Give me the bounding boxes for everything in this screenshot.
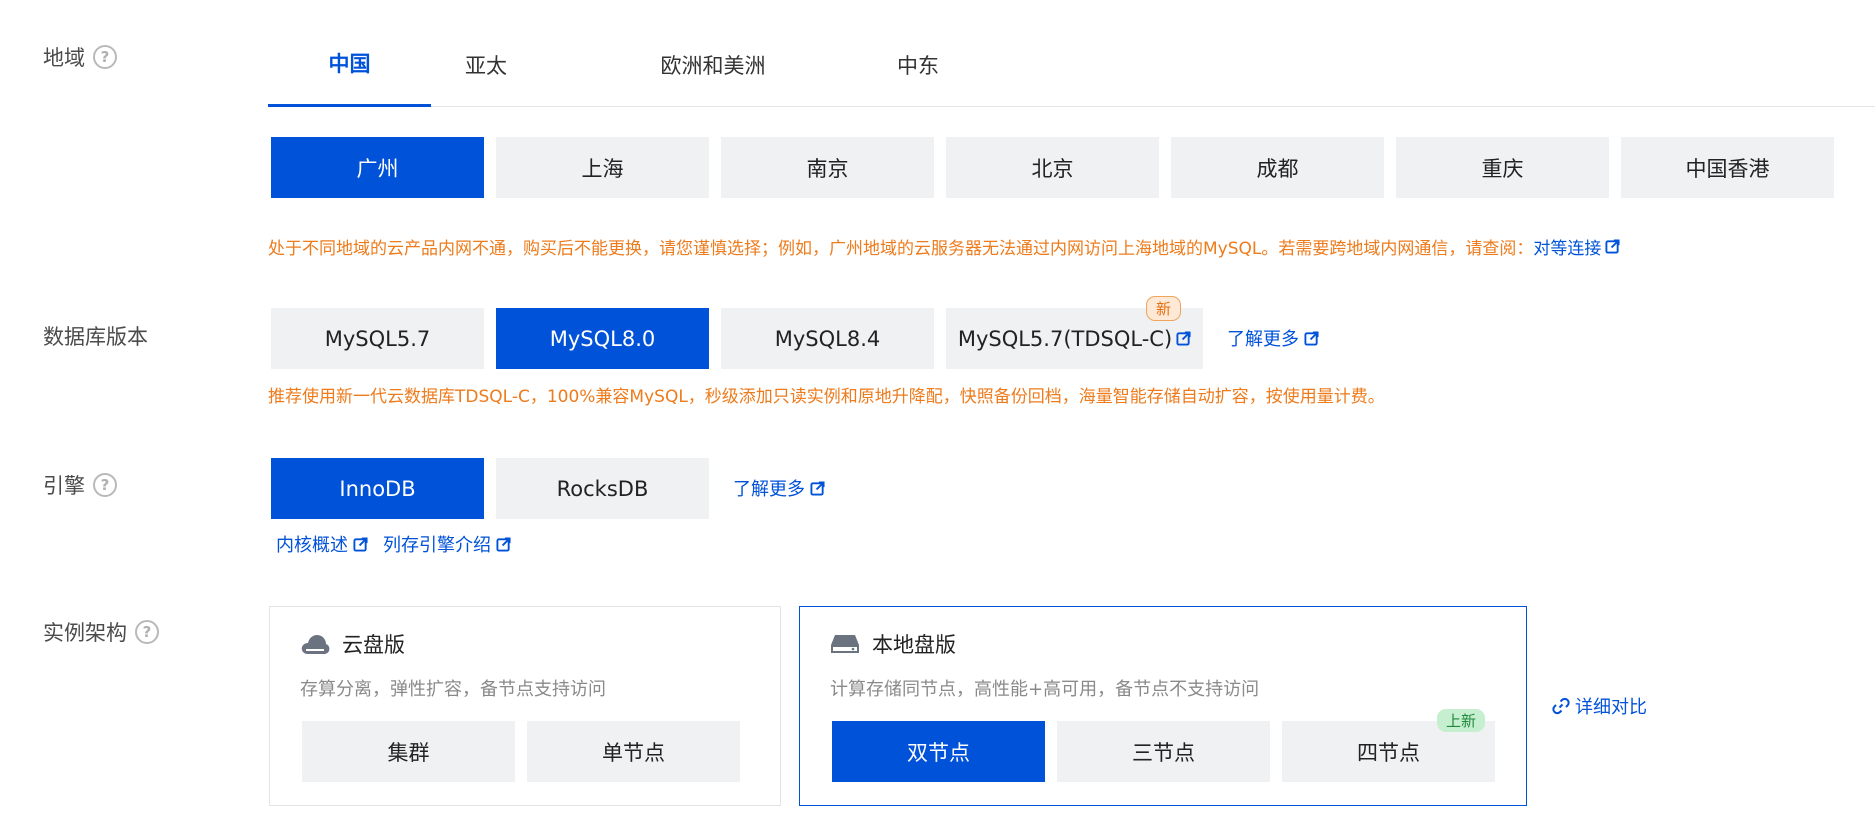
version-mysql80[interactable]: MySQL8.0 <box>496 308 709 369</box>
db-version-label: 数据库版本 <box>43 321 148 351</box>
architecture-label: 实例架构 ? <box>43 617 159 647</box>
columnar-engine-link[interactable]: 列存引擎介绍 <box>383 531 511 557</box>
db-version-note: 推荐使用新一代云数据库TDSQL-C，100%兼容MySQL，秒级添加只读实例和… <box>268 387 1385 407</box>
columnar-engine-label: 列存引擎介绍 <box>383 535 491 556</box>
engine-rocksdb[interactable]: RocksDB <box>496 458 709 519</box>
disk-icon <box>831 635 859 653</box>
local-disk-desc: 计算存储同节点，高性能+高可用，备节点不支持访问 <box>830 679 1260 700</box>
cloud-disk-card[interactable]: 云盘版 存算分离，弹性扩容，备节点支持访问 集群 单节点 <box>269 606 781 806</box>
city-nanjing[interactable]: 南京 <box>721 137 934 198</box>
region-label-text: 地域 <box>43 46 85 70</box>
external-link-icon <box>810 480 825 496</box>
version-tdsqlc-label: MySQL5.7(TDSQL-C) <box>957 326 1173 351</box>
tab-china[interactable]: 中国 <box>268 22 431 107</box>
external-link-icon <box>496 536 511 552</box>
cloud-disk-title-text: 云盘版 <box>342 633 405 657</box>
architecture-label-text: 实例架构 <box>43 621 127 645</box>
engine-label-text: 引擎 <box>43 474 85 498</box>
help-icon[interactable]: ? <box>135 620 159 644</box>
region-note: 处于不同地域的云产品内网不通，购买后不能更换，请您谨慎选择；例如，广州地域的云服… <box>268 234 1620 259</box>
peering-link-label: 对等连接 <box>1533 239 1602 259</box>
db-version-label-text: 数据库版本 <box>43 325 148 349</box>
city-shanghai[interactable]: 上海 <box>496 137 709 198</box>
arch-cluster[interactable]: 集群 <box>302 721 515 782</box>
region-note-text: 处于不同地域的云产品内网不通，购买后不能更换，请您谨慎选择；例如，广州地域的云服… <box>268 239 1534 259</box>
cloud-icon <box>301 635 330 654</box>
new-badge: 上新 <box>1437 709 1486 732</box>
compare-link-label: 详细对比 <box>1575 697 1647 718</box>
city-guangzhou[interactable]: 广州 <box>271 137 484 198</box>
version-mysql84[interactable]: MySQL8.4 <box>721 308 934 369</box>
external-link-icon <box>1605 239 1620 254</box>
arch-single-node[interactable]: 单节点 <box>527 721 740 782</box>
engine-learn-more-link[interactable]: 了解更多 <box>733 475 825 501</box>
local-disk-title-text: 本地盘版 <box>872 633 956 657</box>
arch-three-node[interactable]: 三节点 <box>1057 721 1270 782</box>
external-link-icon <box>353 536 368 552</box>
city-chongqing[interactable]: 重庆 <box>1396 137 1609 198</box>
local-disk-title: 本地盘版 <box>830 629 956 659</box>
version-learn-more-link[interactable]: 了解更多 <box>1227 325 1319 351</box>
kernel-overview-link[interactable]: 内核概述 <box>276 531 368 557</box>
version-learn-more-label: 了解更多 <box>1227 329 1299 350</box>
local-disk-card[interactable]: 本地盘版 计算存储同节点，高性能+高可用，备节点不支持访问 双节点 三节点 四节… <box>799 606 1527 806</box>
engine-label: 引擎 ? <box>43 470 117 500</box>
city-chengdu[interactable]: 成都 <box>1171 137 1384 198</box>
engine-learn-more-label: 了解更多 <box>733 479 805 500</box>
tab-middle-east[interactable]: 中东 <box>853 22 983 107</box>
help-icon[interactable]: ? <box>93 45 117 69</box>
external-link-icon <box>1176 331 1191 346</box>
compare-link[interactable]: 详细对比 <box>1552 693 1647 719</box>
help-icon[interactable]: ? <box>93 473 117 497</box>
kernel-overview-label: 内核概述 <box>276 535 348 556</box>
new-badge: 新 <box>1146 296 1182 321</box>
region-tabs: 中国 亚太 欧洲和美洲 中东 <box>268 22 1875 107</box>
city-beijing[interactable]: 北京 <box>946 137 1159 198</box>
cloud-disk-desc: 存算分离，弹性扩容，备节点支持访问 <box>300 679 606 700</box>
arch-dual-node[interactable]: 双节点 <box>832 721 1045 782</box>
link-icon <box>1552 697 1570 715</box>
cloud-disk-title: 云盘版 <box>300 629 405 659</box>
version-mysql57[interactable]: MySQL5.7 <box>271 308 484 369</box>
external-link-icon <box>1304 330 1319 346</box>
city-hongkong[interactable]: 中国香港 <box>1621 137 1834 198</box>
region-label: 地域 ? <box>43 42 117 72</box>
engine-innodb[interactable]: InnoDB <box>271 458 484 519</box>
tab-asia-pacific[interactable]: 亚太 <box>431 22 541 107</box>
peering-link[interactable]: 对等连接 <box>1533 234 1620 259</box>
tab-europe-americas[interactable]: 欧洲和美洲 <box>628 22 798 107</box>
